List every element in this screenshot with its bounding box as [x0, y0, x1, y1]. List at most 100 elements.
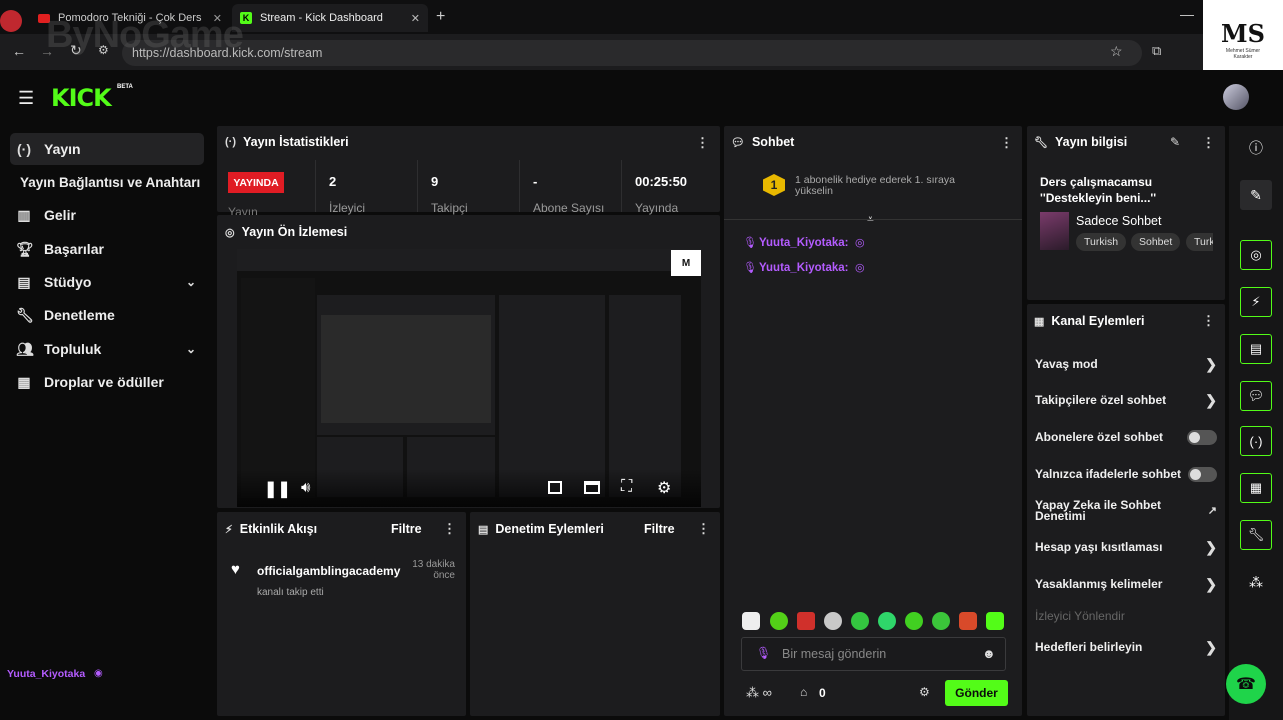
channel-points-icon[interactable]: ⁂ ∞ — [746, 685, 772, 701]
stream-preview-video[interactable]: M ❚❚ 🔊︎ ⛶ ⚙ — [237, 249, 701, 507]
emote-icon[interactable] — [851, 612, 869, 630]
emote-icon[interactable] — [824, 612, 842, 630]
avatar[interactable] — [1223, 84, 1249, 110]
moderation-panel — [470, 512, 720, 716]
event-username[interactable]: officialgamblingacademy — [257, 564, 400, 578]
send-button[interactable]: Gönder — [945, 680, 1008, 706]
category-thumbnail[interactable] — [1040, 212, 1069, 250]
panel-title-text: Yayın bilgisi — [1054, 135, 1128, 149]
emote-ghost-icon[interactable] — [742, 612, 760, 630]
sidebar-username[interactable]: Yuuta_Kiyotaka — [7, 668, 85, 680]
corner-logo-subtitle: Mehmet Sümer Karakter — [1225, 47, 1261, 60]
sidebar-item-gelir[interactable]: ▥ Gelir — [10, 199, 204, 231]
stats-title: (·) Yayın İstatistikleri — [225, 135, 349, 149]
activity-filter-button[interactable]: Filtre — [391, 522, 422, 536]
more-options-icon[interactable]: ⋮ — [1000, 135, 1013, 151]
chevron-right-icon: ❯ — [1205, 391, 1217, 408]
emote-icon[interactable] — [797, 612, 815, 630]
channel-points-icon[interactable]: ⁂ — [1240, 567, 1272, 597]
category-name[interactable]: Sadece Sohbet — [1076, 214, 1162, 228]
action-account-age[interactable]: Hesap yaşı kısıtlaması ❯ — [1035, 539, 1217, 555]
document-icon[interactable]: ▤ — [1240, 334, 1272, 364]
volume-icon[interactable]: 🔊︎ — [301, 479, 310, 496]
wrench-icon[interactable]: 🔧︎ — [1240, 520, 1272, 550]
browser-tab-active[interactable]: K Stream - Kick Dashboard ✕ — [232, 4, 428, 32]
action-label: Yasaklanmış kelimeler — [1035, 577, 1163, 591]
chat-bubble-icon[interactable]: 💬︎ — [1240, 381, 1272, 411]
preview-toggle-icon[interactable]: ◎ — [1240, 240, 1272, 270]
close-icon[interactable]: ✕ — [411, 12, 420, 25]
more-options-icon[interactable]: ⋮ — [443, 521, 456, 537]
sidebar-item-label: Stüdyo — [44, 274, 92, 290]
divider — [519, 160, 520, 212]
sidebar-item-studyo[interactable]: ▤ Stüdyo ⌄ — [10, 266, 204, 298]
edit-pencil-icon[interactable]: ✎ — [1170, 135, 1180, 149]
live-badge: YAYINDA — [228, 172, 284, 193]
chat-username[interactable]: Yuuta_Kiyotaka: — [759, 237, 848, 249]
hamburger-menu-icon[interactable]: ☰ — [18, 88, 34, 109]
more-options-icon[interactable]: ⋮ — [1202, 135, 1215, 151]
action-banned-words[interactable]: Yasaklanmış kelimeler ❯ — [1035, 576, 1217, 592]
action-followers-only[interactable]: Takipçilere özel sohbet ❯ — [1035, 392, 1217, 408]
store-icon[interactable]: ⌂ — [800, 685, 807, 699]
subscribers-only-toggle[interactable] — [1187, 429, 1217, 445]
pip-icon[interactable] — [584, 481, 600, 494]
theater-mode-icon[interactable] — [548, 481, 562, 494]
extensions-icon[interactable]: ⧉ — [1152, 43, 1161, 59]
broadcast-icon[interactable]: (·) — [1240, 426, 1272, 456]
corner-logo-mark: MS — [1221, 18, 1265, 48]
layout-icon[interactable]: ▦ — [1240, 473, 1272, 503]
emote-icon[interactable] — [905, 612, 923, 630]
preview-nested-video — [321, 315, 491, 423]
new-tab-icon[interactable]: + — [436, 8, 445, 26]
more-options-icon[interactable]: ⋮ — [696, 135, 709, 151]
emote-icon[interactable] — [878, 612, 896, 630]
sidebar-item-droplar[interactable]: ▦ Droplar ve ödüller — [10, 366, 204, 398]
emote-only-toggle[interactable] — [1188, 466, 1217, 482]
bookmark-star-icon[interactable]: ☆ — [1110, 43, 1123, 60]
drops-icon: ▦ — [17, 373, 31, 390]
watermark-text: ByNoGame — [46, 14, 244, 56]
sidebar-item-denetleme[interactable]: 🔧︎ Denetleme — [10, 299, 204, 331]
fullscreen-icon[interactable]: ⛶ — [621, 478, 632, 496]
panel-title-text: Yayın İstatistikleri — [243, 135, 349, 149]
emote-icon[interactable] — [770, 612, 788, 630]
back-icon[interactable]: ← — [12, 43, 26, 59]
emote-icon[interactable] — [932, 612, 950, 630]
edit-pencil-icon[interactable]: ✎ — [1240, 180, 1272, 210]
pause-icon[interactable]: ❚❚ — [264, 479, 291, 499]
action-label: Yavaş mod — [1035, 357, 1098, 371]
sidebar-item-stream-key[interactable]: Yayın Bağlantısı ve Anahtarı — [20, 166, 220, 198]
moderation-filter-button[interactable]: Filtre — [644, 522, 675, 536]
preview-chat-area — [499, 295, 605, 497]
sidebar-item-yayin[interactable]: (·) Yayın — [10, 133, 204, 165]
minimize-icon[interactable]: — — [1180, 6, 1194, 22]
activity-panel — [217, 512, 466, 716]
emote-icon[interactable] — [986, 612, 1004, 630]
uptime-value: 00:25:50 — [635, 174, 688, 189]
divider — [417, 160, 418, 212]
sidebar-item-topluluk[interactable]: 👥︎ Topluluk ⌄ — [10, 333, 204, 365]
kick-logo[interactable]: KICK — [51, 84, 112, 112]
address-bar[interactable]: https://dashboard.kick.com/stream — [122, 40, 1142, 66]
panel-title-text: Denetim Eylemleri — [495, 522, 604, 536]
sidebar-item-basarilar[interactable]: 🏆︎ Başarılar — [10, 233, 204, 265]
action-ai-moderation[interactable]: Yapay Zeka ile Sohbet Denetimi ↗ — [1035, 498, 1217, 524]
chat-input[interactable]: 🎙︎ Bir mesaj gönderin ☻ — [741, 637, 1006, 671]
more-options-icon[interactable]: ⋮ — [1202, 313, 1215, 329]
action-label: Yapay Zeka ile Sohbet Denetimi — [1035, 498, 1162, 523]
more-options-icon[interactable]: ⋮ — [697, 521, 710, 537]
action-goals[interactable]: Hedefleri belirleyin ❯ — [1035, 639, 1217, 655]
action-slow-mode[interactable]: Yavaş mod ❯ — [1035, 356, 1217, 372]
info-icon[interactable]: ⓘ — [1240, 133, 1272, 163]
preview-corner-logo: M — [671, 250, 701, 276]
heart-icon: ♥ — [231, 561, 240, 578]
settings-gear-icon[interactable]: ⚙ — [657, 478, 671, 498]
event-time: 13 dakika önce — [412, 559, 455, 581]
support-chat-icon[interactable]: ☎ — [1226, 664, 1266, 704]
chat-username[interactable]: Yuuta_Kiyotaka: — [759, 262, 848, 274]
emoji-icon[interactable]: ☻ — [982, 646, 996, 661]
lightning-icon[interactable]: ⚡︎ — [1240, 287, 1272, 317]
emote-icon[interactable] — [959, 612, 977, 630]
chat-settings-icon[interactable]: ⚙ — [919, 685, 930, 699]
